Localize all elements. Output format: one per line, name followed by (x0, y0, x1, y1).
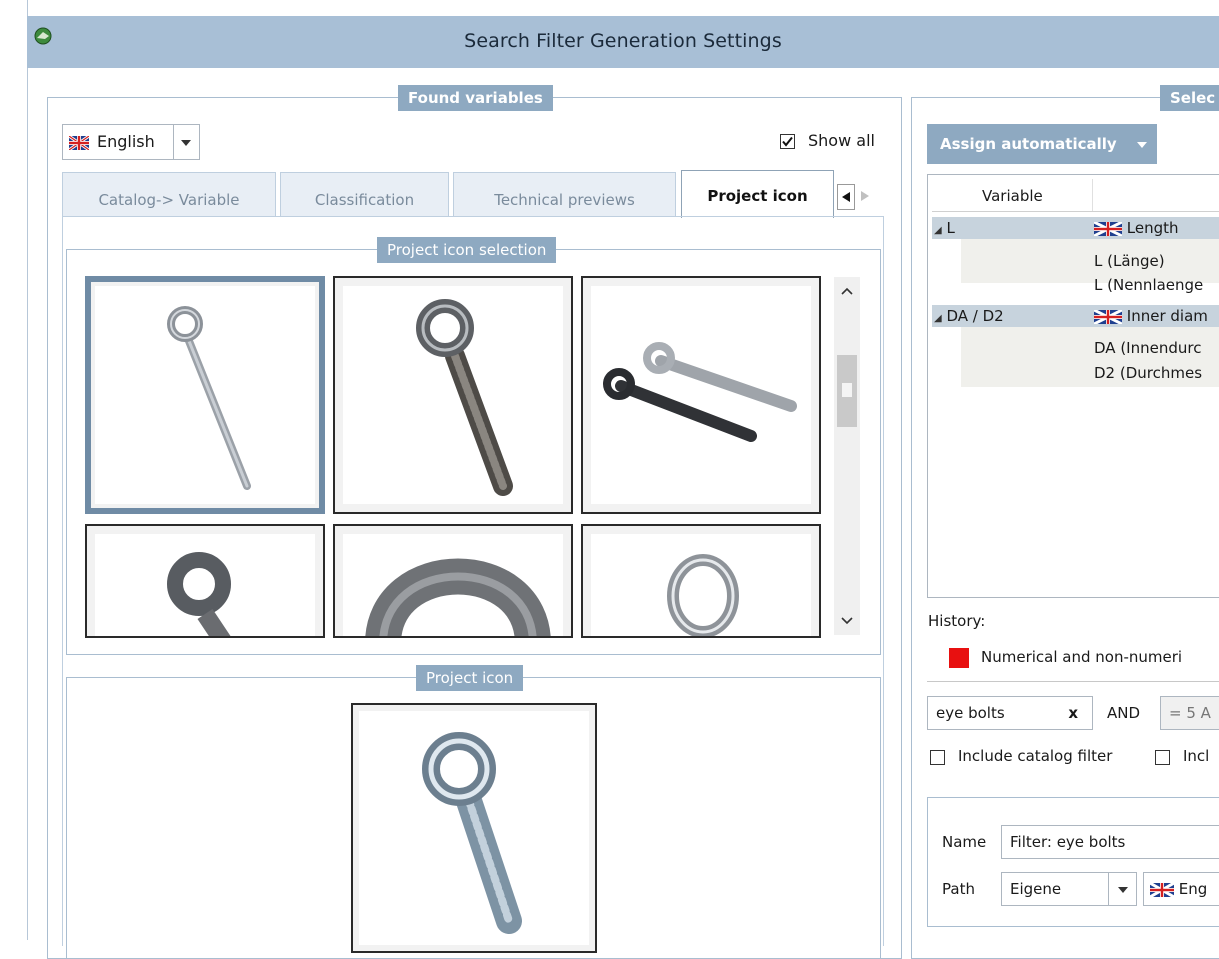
tree-row-value: Length (1094, 217, 1179, 239)
tab-classification[interactable]: Classification (280, 172, 449, 216)
icon-thumbnail[interactable] (333, 276, 573, 514)
chevron-down-icon (1118, 887, 1128, 893)
assign-automatically-button[interactable]: Assign automatically (927, 124, 1157, 164)
icon-thumbnail[interactable] (85, 524, 325, 638)
variable-tree[interactable]: Variable ◢ L Length L (Länge) L (Nennlae… (927, 174, 1219, 598)
and-operator-label: AND (1107, 704, 1141, 722)
history-label: History: (928, 612, 986, 630)
tab-label: Technical previews (494, 191, 635, 209)
tab-scroll-right-button[interactable] (856, 184, 874, 210)
eye-bolt-ring-image (365, 558, 551, 636)
chevron-left-icon (842, 192, 850, 202)
assign-automatically-label: Assign automatically (940, 135, 1117, 153)
checkmark-icon (782, 136, 793, 147)
search-term-value: eye bolts (936, 704, 1005, 722)
tab-label: Classification (314, 191, 415, 209)
history-item[interactable]: Numerical and non-numeri (981, 648, 1182, 666)
eye-bolt-image (167, 552, 231, 636)
scrollbar-thumb[interactable] (837, 355, 857, 427)
path-label: Path (942, 880, 975, 898)
tree-header: Variable (932, 179, 1219, 212)
tree-value-label: Inner diam (1126, 307, 1208, 325)
tab-project-icon[interactable]: Project icon (681, 170, 834, 218)
right-group-title: Selec (1160, 85, 1219, 111)
window-title: Search Filter Generation Settings (464, 30, 782, 52)
history-divider (927, 681, 1219, 682)
condition-value: = 5 A (1169, 704, 1211, 722)
uk-flag-icon (1094, 309, 1122, 324)
tree-child: DA (Innendurc (1094, 339, 1202, 357)
tree-child: L (Nennlaenge (1094, 276, 1204, 294)
uk-flag-icon (1094, 221, 1122, 236)
found-variables-title: Found variables (398, 85, 553, 111)
include-catalog-filter-label: Include catalog filter (958, 747, 1113, 765)
app-icon (34, 27, 52, 45)
show-all-checkbox[interactable] (780, 134, 795, 149)
chevron-down-icon[interactable] (841, 617, 853, 625)
show-all-label: Show all (808, 131, 875, 150)
tree-row-name: DA / D2 (946, 307, 1004, 325)
eye-bolt-preview-image (422, 732, 522, 934)
tab-label: Project icon (707, 187, 808, 205)
tab-scroll-left-button[interactable] (837, 184, 855, 210)
expand-triangle-icon[interactable]: ◢ (934, 313, 942, 324)
two-eye-bolts-image (603, 342, 797, 442)
path-language-dropdown[interactable]: Eng (1143, 872, 1219, 906)
include-catalog-filter-checkbox[interactable] (930, 750, 945, 765)
clear-icon[interactable]: x (1068, 697, 1078, 729)
column-divider (1092, 179, 1093, 211)
tree-row-L[interactable]: ◢ L (934, 217, 955, 239)
icon-thumbnail[interactable] (581, 524, 821, 638)
tab-label: Catalog-> Variable (98, 191, 240, 209)
chevron-down-icon (1137, 142, 1147, 148)
include-other-checkbox[interactable] (1155, 750, 1170, 765)
path-dropdown[interactable]: Eigene (1001, 872, 1137, 906)
tab-catalog-variable[interactable]: Catalog-> Variable (62, 172, 276, 216)
icon-selection-scrollbar[interactable] (834, 277, 860, 635)
tree-child: L (Länge) (1094, 252, 1165, 270)
path-value: Eigene (1010, 880, 1062, 898)
language-dropdown-divider (173, 125, 174, 159)
name-field[interactable]: Filter: eye bolts (1001, 825, 1219, 859)
include-other-label: Incl (1183, 747, 1210, 765)
search-term-field[interactable]: eye bolts x (927, 696, 1093, 730)
history-color-swatch (949, 648, 969, 668)
name-value: Filter: eye bolts (1010, 833, 1126, 851)
tree-row-value: Inner diam (1094, 305, 1208, 327)
tree-value-label: Length (1126, 219, 1179, 237)
icon-thumbnail[interactable] (85, 276, 325, 514)
expand-triangle-icon[interactable]: ◢ (934, 225, 942, 236)
scrollbar-grip (842, 383, 852, 397)
eye-bolt-chrome-image (667, 554, 739, 636)
path-dropdown-divider (1108, 873, 1109, 905)
icon-selection-title: Project icon selection (377, 237, 557, 263)
chevron-up-icon[interactable] (841, 287, 853, 295)
project-icon-preview (351, 703, 597, 953)
column-header-variable[interactable]: Variable (982, 187, 1043, 205)
tree-row-name: L (946, 219, 955, 237)
filter-settings-box (927, 797, 1219, 927)
condition-field[interactable]: = 5 A (1160, 696, 1219, 730)
tree-child: D2 (Durchmes (1094, 364, 1203, 382)
chevron-down-icon[interactable] (181, 140, 191, 146)
eye-bolt-thin-image (167, 306, 251, 490)
icon-thumbnail[interactable] (333, 524, 573, 638)
tree-row-DA-D2[interactable]: ◢ DA / D2 (934, 305, 1004, 327)
language-label: English (97, 132, 155, 151)
uk-flag-icon (1150, 882, 1174, 897)
language-dropdown[interactable]: English (62, 124, 200, 160)
tab-technical-previews[interactable]: Technical previews (453, 172, 676, 216)
name-label: Name (942, 833, 987, 851)
title-bar: Search Filter Generation Settings (27, 16, 1219, 68)
icon-thumbnail[interactable] (581, 276, 821, 514)
eye-bolt-thick-image (416, 299, 513, 496)
uk-flag-icon (69, 136, 89, 150)
chevron-right-icon (861, 191, 869, 201)
project-icon-title: Project icon (416, 665, 524, 691)
path-language-value: Eng (1178, 880, 1208, 898)
